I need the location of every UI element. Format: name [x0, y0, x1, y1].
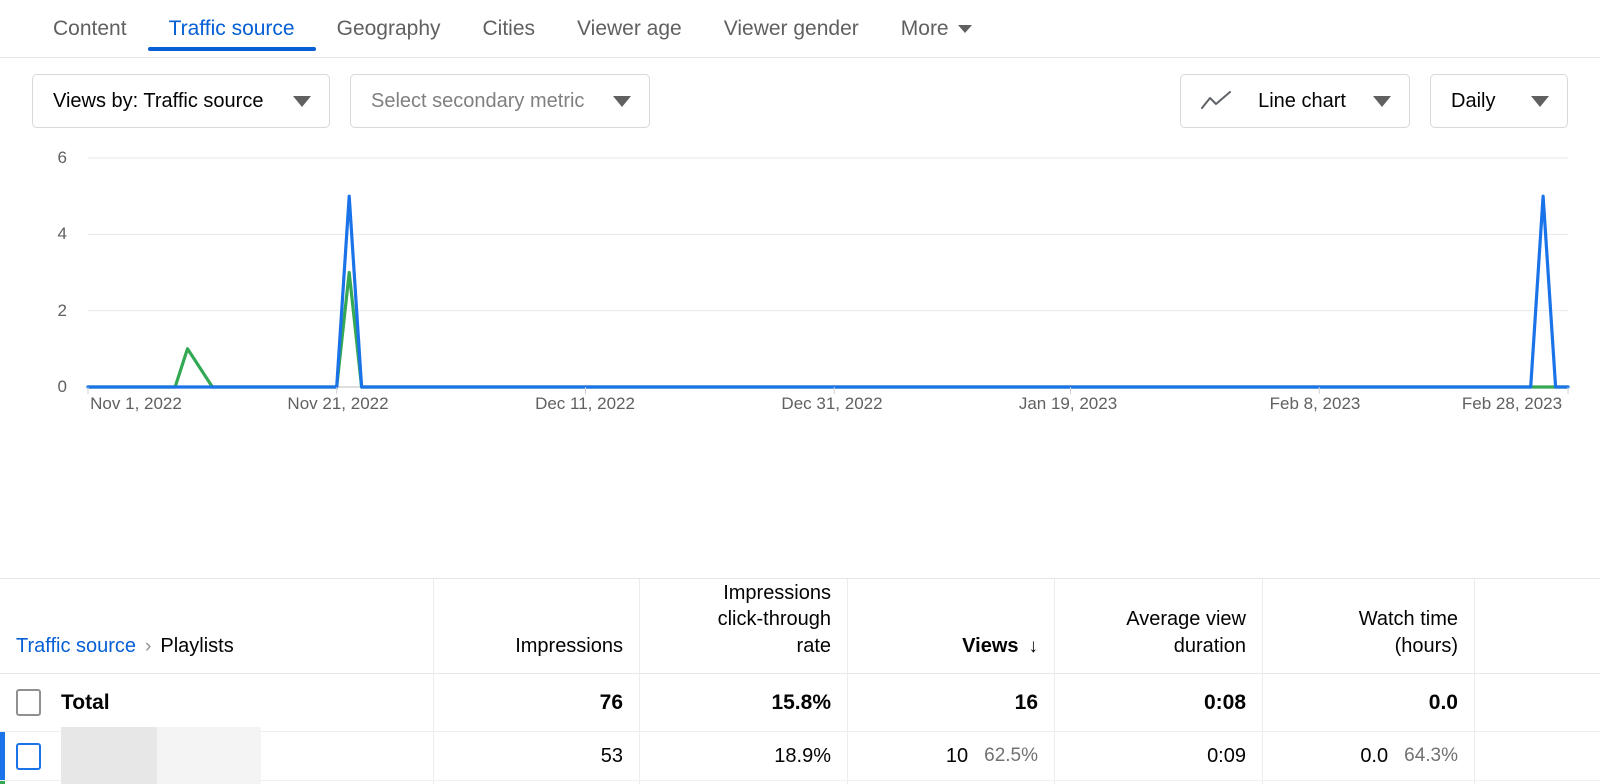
- total-watch-time: 0.0: [1263, 674, 1475, 731]
- breadcrumb: Traffic source › Playlists: [0, 579, 434, 673]
- total-row-checkbox[interactable]: [16, 689, 41, 716]
- secondary-metric-placeholder: Select secondary metric: [371, 90, 599, 113]
- tab-label: Geography: [337, 17, 441, 41]
- x-axis-tick: Dec 11, 2022: [535, 394, 635, 414]
- x-axis-tick: Nov 21, 2022: [287, 394, 388, 414]
- tab-more[interactable]: More: [880, 0, 993, 58]
- chart-series-line: [88, 273, 1568, 388]
- y-axis-tick: 4: [27, 224, 67, 244]
- row-watch-time: 0.0 64.3%: [1263, 732, 1475, 780]
- chart-gridlines: [88, 158, 1568, 387]
- y-axis-tick: 6: [27, 148, 67, 168]
- column-header-line2: click-through: [718, 608, 831, 630]
- secondary-metric-select[interactable]: Select secondary metric: [350, 74, 650, 128]
- table-total-row: Total 76 15.8% 16 0:08 0.0: [0, 674, 1600, 732]
- x-axis-tick: Feb 28, 2023: [1462, 394, 1562, 414]
- column-header-impressions[interactable]: Impressions: [434, 579, 640, 673]
- views-by-label: Views by: Traffic source: [53, 90, 279, 113]
- line-chart-icon: [1201, 91, 1231, 111]
- tab-label: Viewer gender: [724, 17, 859, 41]
- chart-series-line: [88, 196, 1568, 387]
- row-views: 10 62.5%: [848, 732, 1055, 780]
- column-header-line3: rate: [797, 635, 831, 657]
- column-header-label: Impressions: [515, 635, 623, 657]
- column-header-views[interactable]: Views ↓: [848, 579, 1055, 673]
- total-ctr: 15.8%: [640, 674, 848, 731]
- tab-cities[interactable]: Cities: [462, 0, 557, 58]
- x-axis-tick: Dec 31, 2022: [781, 394, 882, 414]
- sort-descending-icon: ↓: [1029, 636, 1039, 657]
- chart-series: [88, 196, 1568, 387]
- granularity-select[interactable]: Daily: [1430, 74, 1568, 128]
- chevron-down-icon: [1531, 96, 1549, 107]
- breadcrumb-separator-icon: ›: [145, 634, 151, 659]
- chevron-down-icon: [1373, 96, 1391, 107]
- chart-type-select[interactable]: Line chart: [1180, 74, 1410, 128]
- total-row-label: Total: [61, 691, 110, 715]
- row-extra: [1475, 732, 1600, 780]
- chart-canvas: [0, 144, 1600, 579]
- chart-type-label: Line chart: [1258, 90, 1346, 113]
- views-by-select[interactable]: Views by: Traffic source: [32, 74, 330, 128]
- traffic-source-line-chart: 6 4 2 0 Nov 1, 2022 Nov 21, 2022 Dec 11,…: [0, 144, 1600, 579]
- redacted-block: [157, 776, 261, 784]
- row-impressions: 53: [434, 732, 640, 780]
- column-header-line1: Impressions: [723, 582, 831, 604]
- column-header-line2: duration: [1174, 635, 1246, 657]
- y-axis-tick: 0: [27, 377, 67, 397]
- tab-label: Traffic source: [169, 17, 295, 41]
- analytics-tab-bar: Content Traffic source Geography Cities …: [0, 0, 1600, 58]
- row-name-cell: [0, 732, 434, 780]
- redacted-block: [61, 776, 157, 784]
- tab-label: Cities: [483, 17, 536, 41]
- granularity-label: Daily: [1451, 90, 1517, 113]
- tab-label: Viewer age: [577, 17, 682, 41]
- total-row-name-cell: Total: [0, 674, 434, 731]
- total-extra: [1475, 674, 1600, 731]
- x-axis-tick: Nov 1, 2022: [90, 394, 182, 414]
- column-header-extra: [1475, 579, 1600, 673]
- breadcrumb-root-link[interactable]: Traffic source: [16, 633, 136, 659]
- tab-content[interactable]: Content: [32, 0, 148, 58]
- row-average-view-duration: 0:09: [1055, 732, 1263, 780]
- table-row[interactable]: 53 18.9% 10 62.5% 0:09 0.0 64.3%: [0, 732, 1600, 781]
- tab-label: Content: [53, 17, 127, 41]
- row-ctr: 18.9%: [640, 732, 848, 780]
- tab-viewer-age[interactable]: Viewer age: [556, 0, 703, 58]
- chevron-down-icon: [293, 96, 311, 107]
- x-axis-tick: Jan 19, 2023: [1019, 394, 1117, 414]
- total-average-view-duration: 0:08: [1055, 674, 1263, 731]
- chevron-down-icon: [958, 25, 972, 33]
- row-watch-percent: 64.3%: [1404, 745, 1458, 767]
- column-header-watch-time[interactable]: Watch time (hours): [1263, 579, 1475, 673]
- tab-viewer-gender[interactable]: Viewer gender: [703, 0, 880, 58]
- y-axis-tick: 2: [27, 301, 67, 321]
- chevron-down-icon: [613, 96, 631, 107]
- traffic-source-table: Traffic source › Playlists Impressions I…: [0, 579, 1600, 784]
- breadcrumb-current: Playlists: [160, 633, 233, 659]
- column-header-label: Views: [962, 635, 1018, 657]
- tab-label: More: [901, 17, 949, 41]
- x-axis-tick: Feb 8, 2023: [1270, 394, 1361, 414]
- total-impressions: 76: [434, 674, 640, 731]
- row-color-bar: [0, 732, 5, 780]
- tab-traffic-source[interactable]: Traffic source: [148, 0, 316, 58]
- total-views: 16: [848, 674, 1055, 731]
- row-checkbox[interactable]: [16, 743, 41, 770]
- row-name-redacted: [61, 776, 261, 784]
- column-header-line1: Watch time: [1359, 608, 1458, 630]
- column-header-line2: (hours): [1395, 635, 1458, 657]
- table-header-row: Traffic source › Playlists Impressions I…: [0, 579, 1600, 674]
- column-header-average-view-duration[interactable]: Average view duration: [1055, 579, 1263, 673]
- column-header-line1: Average view: [1126, 608, 1246, 630]
- row-views-value: 10: [946, 745, 968, 768]
- chart-controls-row: Views by: Traffic source Select secondar…: [0, 58, 1600, 144]
- column-header-ctr[interactable]: Impressions click-through rate: [640, 579, 848, 673]
- tab-geography[interactable]: Geography: [316, 0, 462, 58]
- row-watch-value: 0.0: [1360, 745, 1388, 768]
- row-views-percent: 62.5%: [984, 745, 1038, 767]
